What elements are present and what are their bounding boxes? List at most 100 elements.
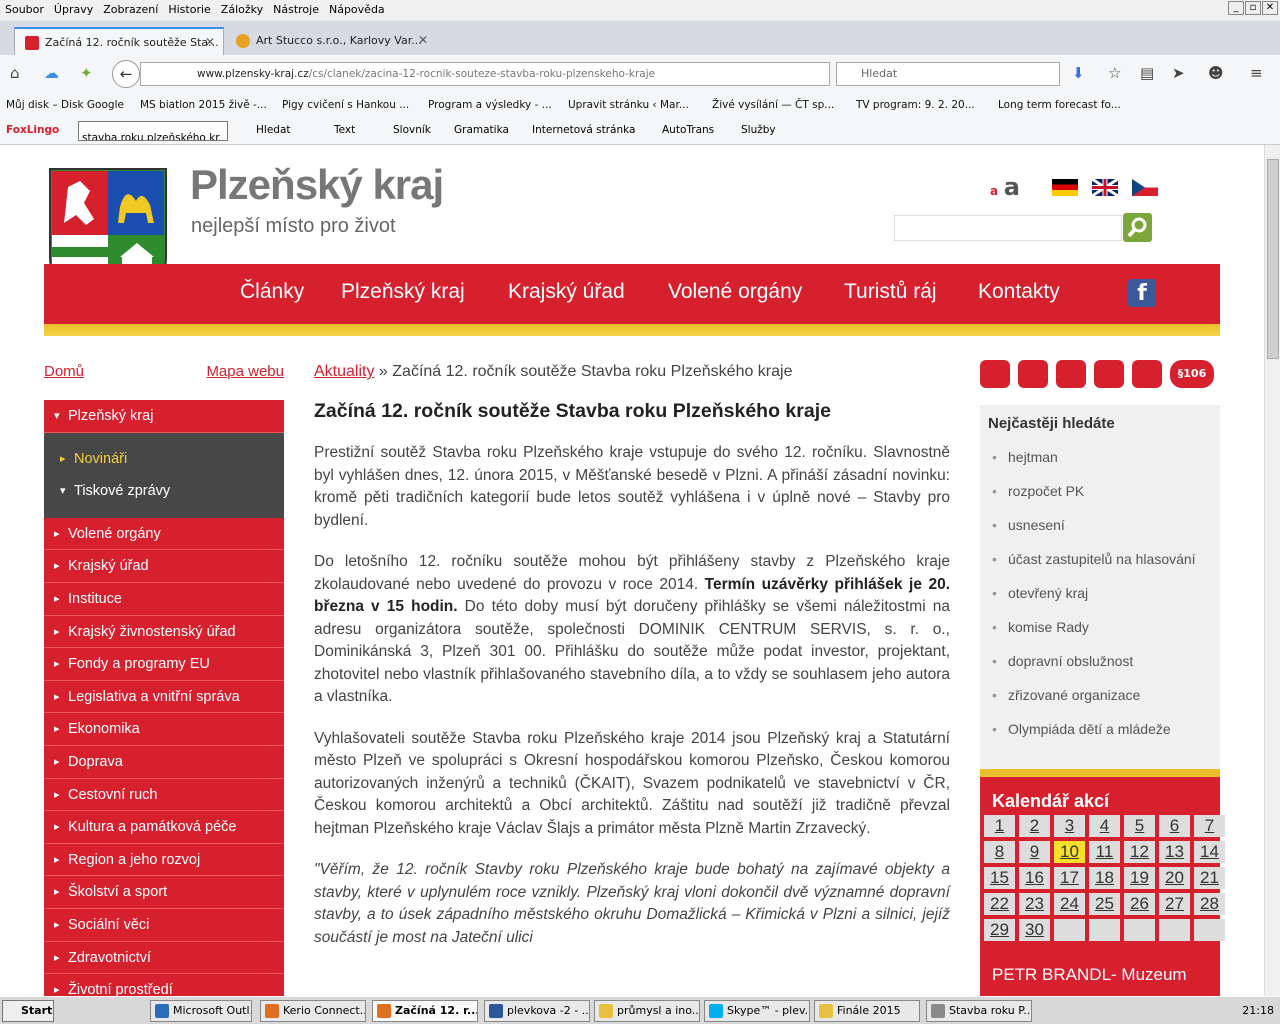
bookmark-item[interactable]: Program a výsledky - ...	[428, 99, 552, 111]
page-scrollbar[interactable]	[1264, 145, 1280, 996]
foxlingo-search[interactable]: Hledat	[256, 124, 291, 136]
bookmark-item[interactable]: Můj disk – Disk Google	[6, 99, 124, 111]
calendar-day[interactable]: 14	[1194, 841, 1225, 863]
taskbar-item[interactable]: plevkova -2 - ...	[484, 1000, 590, 1022]
left-menu-item[interactable]: Sociální věci	[44, 908, 284, 942]
calendar-day[interactable]: 15	[984, 867, 1015, 889]
left-menu-item[interactable]: Životní prostředí	[44, 974, 284, 996]
left-menu-item[interactable]: Krajský úřad	[44, 550, 284, 583]
calendar-day[interactable]: 16	[1019, 867, 1050, 889]
presentation-icon[interactable]	[1132, 360, 1162, 388]
calendar-day[interactable]: 29	[984, 919, 1015, 941]
browser-search-input[interactable]: Hledat	[836, 62, 1060, 86]
news-icon[interactable]	[1018, 360, 1048, 388]
bookmark-item[interactable]: Upravit stránku ‹ Mar...	[568, 99, 689, 111]
menu-zobrazeni[interactable]: Zobrazení	[98, 0, 163, 19]
font-small-button[interactable]: a	[990, 184, 998, 198]
menu-zalozky[interactable]: Záložky	[216, 0, 268, 19]
calendar-day[interactable]: 27	[1159, 893, 1190, 915]
sync-icon[interactable]: ☁	[44, 64, 59, 82]
calendar-event[interactable]: PETR BRANDL- Muzeum	[992, 965, 1187, 985]
menu-nastroje[interactable]: Nástroje	[268, 0, 324, 19]
home-link[interactable]: Domů	[44, 363, 84, 380]
nav-krajsky-urad[interactable]: Krajský úřad	[508, 280, 625, 304]
left-menu-item[interactable]: Zdravotnictví	[44, 941, 284, 975]
calendar-day[interactable]: 6	[1159, 815, 1190, 837]
calendar-day[interactable]: 8	[984, 841, 1015, 863]
left-menu-item[interactable]: Volené orgány	[44, 517, 284, 551]
facebook-icon[interactable]: f	[1128, 279, 1156, 307]
left-menu-item[interactable]: Cestovní ruch	[44, 778, 284, 812]
menu-napoveda[interactable]: Nápověda	[324, 0, 390, 19]
tab-art-stucco[interactable]: Art Stucco s.r.o., Karlovy Var... ✕	[226, 27, 436, 55]
left-menu-item[interactable]: Plzeňský kraj	[44, 400, 284, 433]
popular-item[interactable]: Olympiáda dětí a mládeže	[980, 712, 1220, 746]
calendar-day[interactable]: 10	[1054, 841, 1085, 863]
left-menu-item[interactable]: Legislativa a vnitřní správa	[44, 680, 284, 714]
foxlingo-dictionary[interactable]: Slovník	[393, 124, 431, 136]
left-menu-item[interactable]: Fondy a programy EU	[44, 648, 284, 681]
left-menu-item[interactable]: Tiskové zprávy	[44, 475, 284, 508]
start-button[interactable]: Start	[2, 1000, 54, 1022]
url-bar[interactable]: www.plzensky-kraj.cz/cs/clanek/zacina-12…	[140, 62, 830, 86]
german-flag-icon[interactable]	[1052, 179, 1078, 196]
popular-item[interactable]: otevřený kraj	[980, 576, 1220, 610]
calendar-day[interactable]: 12	[1124, 841, 1155, 863]
calendar-day[interactable]: 20	[1159, 867, 1190, 889]
hamburger-menu-icon[interactable]: ≡	[1250, 64, 1263, 82]
left-menu-item[interactable]: Ekonomika	[44, 713, 284, 746]
calendar-day[interactable]: 2	[1019, 815, 1050, 837]
sitemap-link[interactable]: Mapa webu	[206, 363, 284, 380]
calendar-day[interactable]: 28	[1194, 893, 1225, 915]
send-icon[interactable]: ➤	[1172, 64, 1185, 82]
foxlingo-webpage[interactable]: Internetová stránka	[532, 124, 635, 136]
calendar-day[interactable]: 23	[1019, 893, 1050, 915]
close-window-button[interactable]: ✕	[1262, 1, 1278, 15]
calendar-day[interactable]: 19	[1124, 867, 1155, 889]
taskbar-item[interactable]: Stavba roku P...	[926, 1000, 1032, 1022]
bookmark-item[interactable]: Živé vysílání — ČT sp...	[712, 99, 834, 111]
left-menu-item[interactable]: Doprava	[44, 745, 284, 779]
close-tab-icon[interactable]: ✕	[418, 33, 428, 47]
download-icon[interactable]: ⬇	[1072, 64, 1085, 82]
site-search-input[interactable]	[894, 215, 1122, 241]
uk-flag-icon[interactable]	[1091, 177, 1119, 198]
calendar-day[interactable]: 13	[1159, 841, 1190, 863]
calendar-day[interactable]: 9	[1019, 841, 1050, 863]
close-tab-icon[interactable]: ✕	[205, 35, 215, 49]
taskbar-item[interactable]: Microsoft Outl...	[150, 1000, 252, 1022]
taskbar-item[interactable]: Finále 2015	[814, 1000, 920, 1022]
back-button[interactable]: ←	[112, 60, 140, 88]
menu-historie[interactable]: Historie	[163, 0, 215, 19]
foxlingo-input[interactable]: stavba roku plzeňského kr	[78, 121, 228, 141]
maximize-button[interactable]: ▫	[1245, 1, 1261, 15]
calendar-day[interactable]: 3	[1054, 815, 1085, 837]
calendar-day[interactable]: 24	[1054, 893, 1085, 915]
calendar-day[interactable]: 17	[1054, 867, 1085, 889]
nav-clanky[interactable]: Články	[240, 280, 304, 304]
popular-item[interactable]: rozpočet PK	[980, 474, 1220, 508]
foxlingo-services[interactable]: Služby	[741, 124, 776, 136]
font-large-button[interactable]: a	[1004, 173, 1020, 201]
popular-item[interactable]: usnesení	[980, 508, 1220, 542]
calendar-day[interactable]: 7	[1194, 815, 1225, 837]
calendar-day[interactable]: 21	[1194, 867, 1225, 889]
popular-item[interactable]: dopravní obslužnost	[980, 644, 1220, 678]
addon-icon[interactable]: ✦	[80, 64, 93, 82]
globe-icon[interactable]	[1094, 360, 1124, 388]
calendar-day[interactable]: 18	[1089, 867, 1120, 889]
menu-soubor[interactable]: Soubor	[0, 0, 49, 19]
calendar-day[interactable]: 4	[1089, 815, 1120, 837]
left-menu-item[interactable]: Krajský živnostenský úřad	[44, 615, 284, 649]
calendar-day[interactable]: 1	[984, 815, 1015, 837]
menu-upravy[interactable]: Úpravy	[49, 0, 98, 19]
bookmark-item[interactable]: MS biatlon 2015 živě -...	[140, 99, 267, 111]
left-menu-item[interactable]: Region a jeho rozvoj	[44, 843, 284, 877]
popular-item[interactable]: účast zastupitelů na hlasování	[980, 542, 1220, 576]
nav-plzensky-kraj[interactable]: Plzeňský kraj	[341, 280, 465, 304]
nav-turistu-raj[interactable]: Turistů ráj	[844, 280, 937, 304]
law-106-badge[interactable]: §106	[1170, 360, 1214, 388]
popular-item[interactable]: zřizované organizace	[980, 678, 1220, 712]
nav-kontakty[interactable]: Kontakty	[978, 280, 1060, 304]
bookmark-item[interactable]: Long term forecast fo...	[998, 99, 1121, 111]
